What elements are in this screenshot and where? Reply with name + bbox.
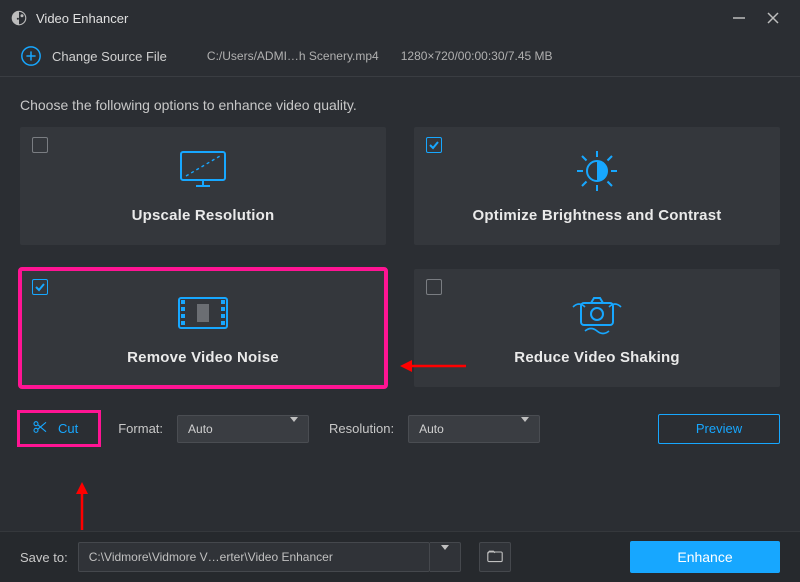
save-path-value: C:\Vidmore\Vidmore V…erter\Video Enhance… [89, 550, 333, 564]
add-file-icon[interactable] [20, 45, 42, 67]
change-source-link[interactable]: Change Source File [52, 49, 167, 64]
format-label: Format: [118, 421, 163, 436]
resolution-label: Resolution: [329, 421, 394, 436]
option-brightness-contrast[interactable]: Optimize Brightness and Contrast [414, 127, 780, 245]
window-title: Video Enhancer [36, 11, 128, 26]
option-label: Remove Video Noise [127, 349, 279, 366]
resolution-value: Auto [419, 422, 444, 436]
save-path-dropdown[interactable] [430, 542, 461, 572]
option-label: Upscale Resolution [132, 207, 275, 224]
option-label: Optimize Brightness and Contrast [473, 207, 722, 224]
film-noise-icon [175, 285, 231, 341]
format-value: Auto [188, 422, 213, 436]
checkbox-deshake[interactable] [426, 279, 442, 295]
checkbox-upscale[interactable] [32, 137, 48, 153]
option-remove-noise[interactable]: Remove Video Noise [20, 269, 386, 387]
cut-button[interactable]: Cut [20, 413, 98, 444]
enhance-button[interactable]: Enhance [630, 541, 780, 573]
options-grid: Upscale Resolution Op [0, 127, 800, 387]
checkbox-denoise[interactable] [32, 279, 48, 295]
controls-row: Cut Format: Auto Resolution: Auto Previe… [0, 387, 800, 444]
save-path-field[interactable]: C:\Vidmore\Vidmore V…erter\Video Enhance… [78, 542, 430, 572]
source-file-meta: 1280×720/00:00:30/7.45 MB [401, 49, 553, 63]
chevron-down-icon [521, 422, 529, 436]
titlebar: Video Enhancer [0, 0, 800, 36]
format-dropdown[interactable]: Auto [177, 415, 309, 443]
sun-contrast-icon [570, 143, 624, 199]
folder-icon [487, 549, 503, 566]
minimize-button[interactable] [722, 0, 756, 36]
close-button[interactable] [756, 0, 790, 36]
scissors-icon [32, 419, 48, 438]
save-to-label: Save to: [20, 550, 68, 565]
chevron-down-icon [290, 422, 298, 436]
annotation-arrow-left [398, 354, 468, 378]
annotation-arrow-up [70, 480, 94, 532]
cut-label: Cut [58, 421, 78, 436]
enhance-label: Enhance [677, 549, 732, 565]
open-folder-button[interactable] [479, 542, 511, 572]
preview-button[interactable]: Preview [658, 414, 780, 444]
instruction-text: Choose the following options to enhance … [0, 77, 800, 127]
source-bar: Change Source File C:/Users/ADMI…h Scene… [0, 36, 800, 77]
camera-shake-icon [567, 285, 627, 341]
source-file-path: C:/Users/ADMI…h Scenery.mp4 [207, 49, 379, 63]
option-reduce-shaking[interactable]: Reduce Video Shaking [414, 269, 780, 387]
app-logo-icon [10, 9, 28, 27]
option-upscale-resolution[interactable]: Upscale Resolution [20, 127, 386, 245]
preview-label: Preview [696, 421, 742, 436]
option-label: Reduce Video Shaking [514, 349, 679, 366]
footer: Save to: C:\Vidmore\Vidmore V…erter\Vide… [0, 531, 800, 582]
resolution-dropdown[interactable]: Auto [408, 415, 540, 443]
chevron-down-icon [441, 550, 449, 565]
monitor-icon [176, 143, 230, 199]
checkbox-brightness[interactable] [426, 137, 442, 153]
